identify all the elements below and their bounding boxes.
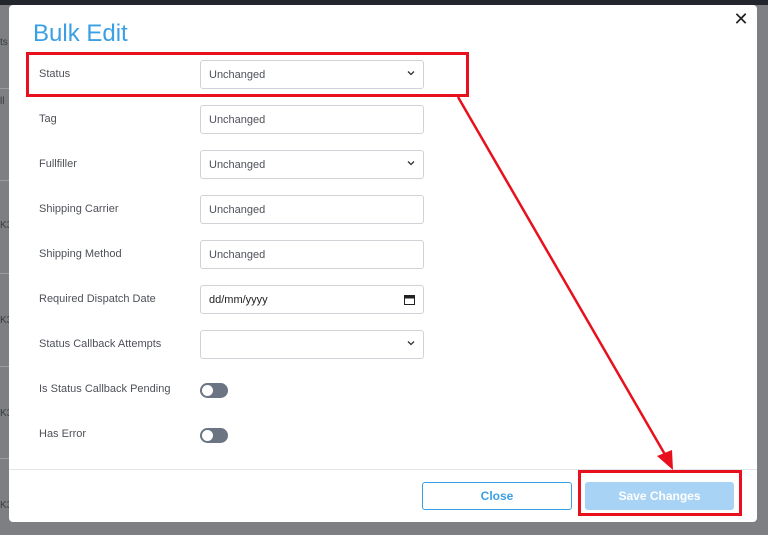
- has-error-row: Has Error: [9, 420, 757, 450]
- toggle-knob: [202, 385, 213, 396]
- shipping-carrier-input[interactable]: Unchanged: [200, 195, 424, 224]
- status-value: Unchanged: [209, 69, 266, 81]
- status-row: Status Unchanged: [9, 60, 757, 90]
- status-select[interactable]: Unchanged: [200, 60, 424, 89]
- callback-pending-row: Is Status Callback Pending: [9, 375, 757, 405]
- callback-attempts-select[interactable]: [200, 330, 424, 359]
- has-error-label: Has Error: [39, 428, 87, 440]
- fullfiller-value: Unchanged: [209, 159, 266, 171]
- status-label: Status: [39, 68, 71, 80]
- callback-pending-label: Is Status Callback Pending: [39, 383, 171, 395]
- shipping-method-row: Shipping Method Unchanged: [9, 240, 757, 270]
- background-text: ts: [0, 37, 8, 48]
- tag-label: Tag: [39, 113, 57, 125]
- calendar-icon[interactable]: [404, 294, 415, 305]
- shipping-method-label: Shipping Method: [39, 248, 122, 260]
- shipping-carrier-row: Shipping Carrier Unchanged: [9, 195, 757, 225]
- dispatch-date-label: Required Dispatch Date: [39, 293, 156, 305]
- chevron-down-icon: [407, 161, 415, 166]
- dispatch-date-input[interactable]: dd/mm/yyyy: [200, 285, 424, 314]
- callback-attempts-label: Status Callback Attempts: [39, 338, 162, 350]
- dispatch-date-value: dd/mm/yyyy: [209, 294, 268, 306]
- chevron-down-icon: [407, 71, 415, 76]
- background-divider: [0, 180, 9, 181]
- fullfiller-label: Fullfiller: [39, 158, 77, 170]
- chevron-down-icon: [407, 341, 415, 346]
- fullfiller-select[interactable]: Unchanged: [200, 150, 424, 179]
- tag-input[interactable]: Unchanged: [200, 105, 424, 134]
- footer-divider: [9, 469, 757, 470]
- background-divider: [0, 88, 9, 89]
- bulk-edit-modal: Bulk Edit ✕ Status Unchanged Tag Unchang…: [9, 5, 757, 522]
- shipping-method-value: Unchanged: [209, 249, 266, 261]
- shipping-carrier-label: Shipping Carrier: [39, 203, 119, 215]
- close-icon[interactable]: ✕: [733, 10, 749, 28]
- background-divider: [0, 273, 9, 274]
- has-error-toggle[interactable]: [200, 428, 228, 443]
- save-changes-button[interactable]: Save Changes: [585, 482, 734, 510]
- fullfiller-row: Fullfiller Unchanged: [9, 150, 757, 180]
- background-divider: [0, 458, 9, 459]
- close-button[interactable]: Close: [422, 482, 572, 510]
- callback-pending-toggle[interactable]: [200, 383, 228, 398]
- callback-attempts-row: Status Callback Attempts: [9, 330, 757, 360]
- shipping-method-input[interactable]: Unchanged: [200, 240, 424, 269]
- shipping-carrier-value: Unchanged: [209, 204, 266, 216]
- modal-title: Bulk Edit: [33, 20, 128, 47]
- dispatch-date-row: Required Dispatch Date dd/mm/yyyy: [9, 285, 757, 315]
- background-text: ll: [0, 96, 5, 107]
- tag-value: Unchanged: [209, 114, 266, 126]
- toggle-knob: [202, 430, 213, 441]
- background-divider: [0, 366, 9, 367]
- tag-row: Tag Unchanged: [9, 105, 757, 135]
